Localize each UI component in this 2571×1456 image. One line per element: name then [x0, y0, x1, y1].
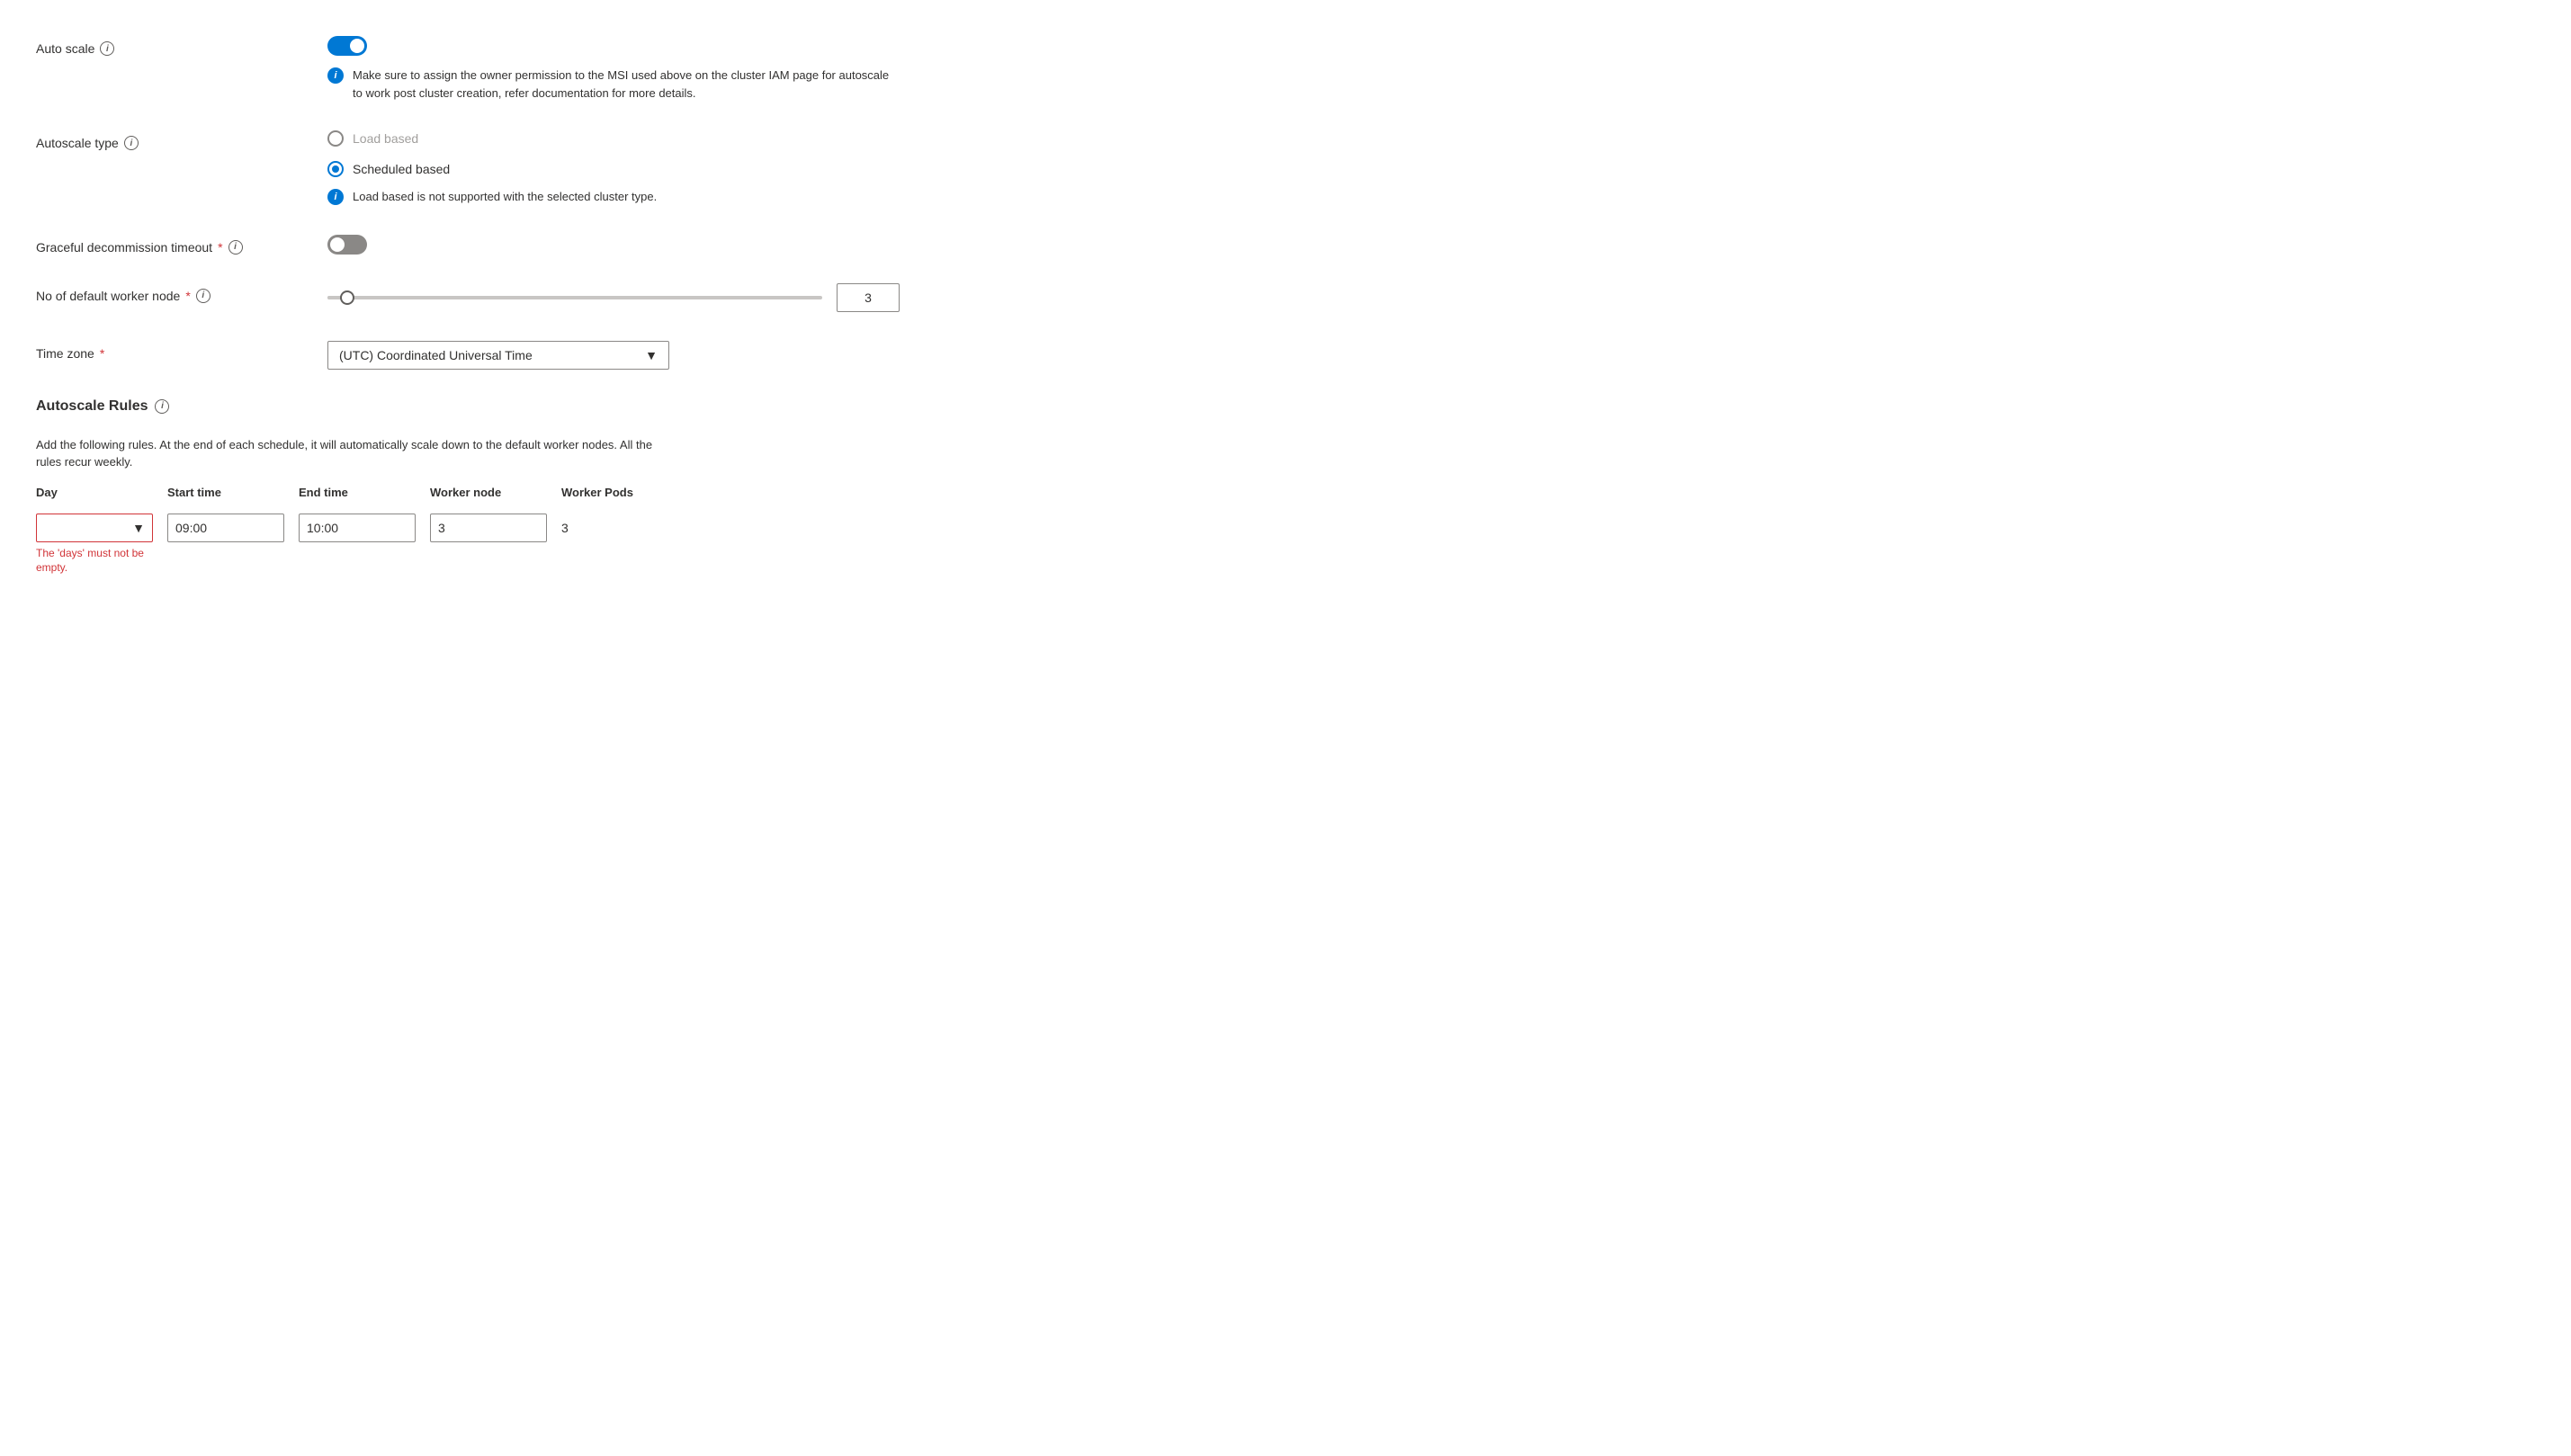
default-worker-slider-track[interactable] [327, 296, 822, 299]
col-header-worker-node: Worker node [430, 486, 547, 499]
col-header-start-time: Start time [167, 486, 284, 499]
radio-load-based-label: Load based [353, 131, 418, 146]
autoscale-type-warning-box: i Load based is not supported with the s… [327, 188, 900, 206]
graceful-decommission-label: Graceful decommission timeout * i [36, 235, 306, 255]
autoscale-type-radio-group: Load based Scheduled based [327, 130, 900, 177]
autoscale-type-control: Load based Scheduled based i Load based … [327, 130, 900, 206]
graceful-decommission-toggle-thumb [330, 237, 345, 252]
time-zone-select-container: (UTC) Coordinated Universal Time ▼ [327, 341, 669, 370]
autoscale-control: i Make sure to assign the owner permissi… [327, 36, 900, 102]
default-worker-node-row: No of default worker node * i 3 [36, 283, 900, 312]
worker-pods-col: 3 [561, 514, 651, 542]
start-time-col [167, 514, 284, 542]
col-header-end-time: End time [299, 486, 416, 499]
day-error-message: The 'days' must not be empty. [36, 546, 153, 576]
time-zone-required: * [100, 346, 104, 361]
autoscale-type-label: Autoscale type i [36, 130, 306, 150]
default-worker-slider-container: 3 [327, 283, 900, 312]
default-worker-node-label: No of default worker node * i [36, 283, 306, 303]
autoscale-info-circle: i [327, 67, 344, 84]
radio-scheduled-based-label: Scheduled based [353, 162, 450, 176]
time-zone-control: (UTC) Coordinated Universal Time ▼ [327, 341, 900, 370]
autoscale-type-warning-text: Load based is not supported with the sel… [353, 188, 657, 206]
autoscale-rules-heading: Autoscale Rules i [36, 398, 169, 422]
radio-scheduled-based-input [327, 161, 344, 177]
time-zone-label: Time zone * [36, 341, 306, 361]
col-header-worker-pods: Worker Pods [561, 486, 651, 499]
autoscale-rules-section: Autoscale Rules i Add the following rule… [36, 398, 900, 576]
radio-load-based-input [327, 130, 344, 147]
autoscale-toggle-thumb [350, 39, 364, 53]
autoscale-type-info-icon[interactable]: i [124, 136, 139, 150]
time-zone-chevron-icon: ▼ [645, 348, 658, 362]
time-zone-row: Time zone * (UTC) Coordinated Universal … [36, 341, 900, 370]
start-time-input[interactable] [167, 514, 284, 542]
default-worker-slider-thumb[interactable] [340, 290, 354, 305]
autoscale-row: Auto scale i i Make sure to assign the o… [36, 36, 900, 102]
worker-node-input[interactable] [430, 514, 547, 542]
autoscale-label: Auto scale i [36, 36, 306, 56]
radio-load-based[interactable]: Load based [327, 130, 900, 147]
day-col: ▼ The 'days' must not be empty. [36, 514, 153, 576]
worker-node-col [430, 514, 547, 542]
radio-scheduled-based[interactable]: Scheduled based [327, 161, 900, 177]
radio-scheduled-dot [332, 165, 339, 173]
autoscale-info-box: i Make sure to assign the owner permissi… [327, 67, 900, 102]
autoscale-type-warning-icon: i [327, 189, 344, 205]
autoscale-rules-table: Day Start time End time Worker node Work… [36, 486, 684, 576]
graceful-decommission-toggle[interactable] [327, 235, 367, 255]
form-container: Auto scale i i Make sure to assign the o… [36, 36, 900, 576]
graceful-decommission-control [327, 235, 900, 255]
table-header-row: Day Start time End time Worker node Work… [36, 486, 684, 506]
autoscale-info-icon[interactable]: i [100, 41, 114, 56]
graceful-decommission-row: Graceful decommission timeout * i [36, 235, 900, 255]
table-row: ▼ The 'days' must not be empty. 3 [36, 506, 684, 576]
worker-pods-value: 3 [561, 514, 651, 542]
time-zone-value: (UTC) Coordinated Universal Time [339, 348, 533, 362]
graceful-decommission-info-icon[interactable]: i [228, 240, 243, 255]
day-dropdown[interactable]: ▼ [36, 514, 153, 542]
autoscale-info-text: Make sure to assign the owner permission… [353, 67, 900, 102]
col-header-day: Day [36, 486, 153, 499]
autoscale-toggle[interactable] [327, 36, 367, 56]
end-time-input[interactable] [299, 514, 416, 542]
default-worker-node-info-icon[interactable]: i [196, 289, 211, 303]
autoscale-type-row: Autoscale type i Load based Scheduled ba… [36, 130, 900, 206]
default-worker-value-input[interactable]: 3 [837, 283, 900, 312]
time-zone-select[interactable]: (UTC) Coordinated Universal Time ▼ [327, 341, 669, 370]
default-worker-node-control: 3 [327, 283, 900, 312]
default-worker-node-required: * [185, 289, 190, 303]
graceful-decommission-required: * [218, 240, 222, 255]
end-time-col [299, 514, 416, 542]
autoscale-rules-description: Add the following rules. At the end of e… [36, 436, 666, 471]
autoscale-rules-info-icon[interactable]: i [155, 399, 169, 414]
day-chevron-icon: ▼ [132, 521, 145, 535]
